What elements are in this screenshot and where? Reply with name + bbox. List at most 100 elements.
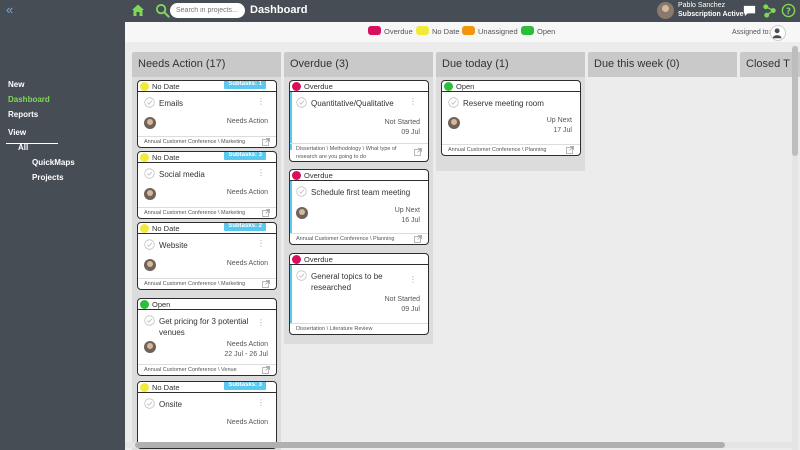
open-external-icon[interactable] (566, 146, 574, 154)
more-options-icon[interactable]: ⋮ (257, 319, 265, 327)
assignee-avatar[interactable] (144, 117, 156, 129)
subtask-badge[interactable]: Subtasks: 3 (224, 382, 266, 390)
task-card[interactable]: No Date Subtasks: 3 Social media ⋮ Needs… (137, 151, 277, 219)
more-options-icon[interactable]: ⋮ (257, 240, 265, 248)
horizontal-scrollbar[interactable] (125, 442, 792, 448)
search-input[interactable] (170, 3, 245, 18)
status-dot (140, 300, 149, 309)
check-circle-icon[interactable] (144, 398, 155, 409)
legend-label-unassigned: Unassigned (478, 27, 518, 36)
sidebar-item-all[interactable]: All (18, 143, 28, 152)
legend-swatch-unassigned[interactable] (462, 26, 475, 35)
task-state: Not Started (384, 119, 420, 126)
sidebar-item-reports[interactable]: Reports (8, 110, 38, 119)
assignee-avatar[interactable] (296, 207, 308, 219)
help-icon[interactable]: ? (781, 3, 796, 18)
chat-icon[interactable] (742, 3, 757, 18)
vertical-scrollbar[interactable] (792, 46, 798, 450)
task-card[interactable]: Overdue Quantitative/Qualitative ⋮ Not S… (289, 80, 429, 162)
task-state: Needs Action (226, 189, 268, 196)
task-title[interactable]: Emails (159, 98, 183, 109)
user-avatar[interactable] (657, 2, 674, 19)
task-date: 22 Jul - 26 Jul (224, 351, 268, 358)
task-title[interactable]: Schedule first team meeting (311, 187, 410, 198)
card-footer: Annual Customer Conference \ Marketing (138, 136, 276, 147)
sidebar-item-view[interactable]: View (8, 128, 26, 137)
check-circle-icon[interactable] (144, 239, 155, 250)
check-circle-icon[interactable] (296, 97, 307, 108)
collapse-sidebar-icon[interactable]: « (6, 3, 13, 17)
task-title[interactable]: Website (159, 240, 188, 251)
subtask-badge[interactable]: Subtasks: 2 (224, 223, 266, 231)
open-external-icon[interactable] (414, 235, 422, 243)
check-circle-icon[interactable] (144, 97, 155, 108)
legend-swatch-no-date[interactable] (416, 26, 429, 35)
open-external-icon[interactable] (262, 209, 270, 217)
more-options-icon[interactable]: ⋮ (409, 276, 417, 284)
column-header-closed: Closed T (740, 52, 800, 77)
legend-swatch-open[interactable] (521, 26, 534, 35)
card-footer: Dissertation \ Methodology \ What type o… (290, 143, 428, 161)
task-title[interactable]: Reserve meeting room (463, 98, 544, 109)
task-date: 16 Jul (401, 217, 420, 224)
open-external-icon[interactable] (414, 148, 422, 156)
task-card[interactable]: No Date Subtasks: 2 Website ⋮ Needs Acti… (137, 222, 277, 290)
open-external-icon[interactable] (262, 366, 270, 374)
sidebar-item-dashboard[interactable]: Dashboard (8, 95, 50, 104)
legend-swatch-overdue[interactable] (368, 26, 381, 35)
column-header-needs-action: Needs Action (17) (132, 52, 281, 77)
more-options-icon[interactable]: ⋮ (257, 399, 265, 407)
task-title[interactable]: Get pricing for 3 potential venues (159, 316, 259, 338)
sidebar-item-quickmaps[interactable]: QuickMaps (32, 158, 75, 167)
task-card[interactable]: Open Reserve meeting room Up Next 17 Jul… (441, 80, 581, 156)
check-circle-icon[interactable] (144, 315, 155, 326)
subtask-badge[interactable]: Subtasks: 3 (224, 152, 266, 160)
kanban-board: Needs Action (17) Overdue (3) Due today … (125, 42, 800, 450)
assigned-to-label: Assigned to: (732, 29, 771, 36)
network-icon[interactable] (762, 3, 777, 18)
check-circle-icon[interactable] (296, 270, 307, 281)
search-icon[interactable] (155, 3, 170, 18)
task-state: Needs Action (226, 341, 268, 348)
task-card[interactable]: Overdue Schedule first team meeting Up N… (289, 169, 429, 245)
check-circle-icon[interactable] (144, 168, 155, 179)
check-circle-icon[interactable] (296, 186, 307, 197)
card-accent (290, 181, 292, 233)
more-options-icon[interactable]: ⋮ (409, 98, 417, 106)
open-external-icon[interactable] (262, 280, 270, 288)
sidebar-item-projects[interactable]: Projects (32, 173, 64, 182)
more-options-icon[interactable]: ⋮ (257, 169, 265, 177)
column-header-due-today: Due today (1) (436, 52, 585, 77)
task-title[interactable]: Quantitative/Qualitative (311, 98, 394, 109)
task-card[interactable]: Open Get pricing for 3 potential venues … (137, 298, 277, 376)
card-accent (290, 92, 292, 150)
assignee-avatar[interactable] (144, 188, 156, 200)
home-icon[interactable] (130, 2, 146, 18)
card-footer: Annual Customer Conference \ Marketing (138, 278, 276, 289)
page-title: Dashboard (250, 4, 308, 16)
task-card[interactable]: No Date Subtasks: 1 Emails ⋮ Needs Actio… (137, 80, 277, 148)
subtask-badge[interactable]: Subtasks: 1 (224, 81, 266, 89)
open-external-icon[interactable] (262, 138, 270, 146)
card-status: Open (138, 299, 276, 310)
assignee-avatar[interactable] (144, 341, 156, 353)
task-card[interactable]: Overdue General topics to be researched … (289, 253, 429, 335)
task-state: Needs Action (226, 118, 268, 125)
assignee-avatar[interactable] (144, 259, 156, 271)
check-circle-icon[interactable] (448, 97, 459, 108)
horizontal-scroll-thumb[interactable] (135, 442, 725, 448)
task-title[interactable]: Social media (159, 169, 205, 180)
task-card[interactable]: No Date Subtasks: 3 Onsite ⋮ Needs Actio… (137, 381, 277, 449)
more-options-icon[interactable]: ⋮ (257, 98, 265, 106)
legend-bar: Overdue No Date Unassigned Open Assigned… (125, 22, 800, 42)
task-title[interactable]: General topics to be researched (311, 271, 391, 293)
user-name: Pablo Sanchez (678, 2, 726, 9)
assignee-avatar[interactable] (448, 117, 460, 129)
assigned-to-avatar[interactable] (770, 25, 786, 41)
task-title[interactable]: Onsite (159, 399, 182, 410)
vertical-scroll-thumb[interactable] (792, 46, 798, 156)
divider (6, 143, 58, 144)
sidebar-item-new[interactable]: New (8, 80, 24, 89)
task-date: 17 Jul (553, 127, 572, 134)
legend-label-open: Open (537, 27, 556, 36)
